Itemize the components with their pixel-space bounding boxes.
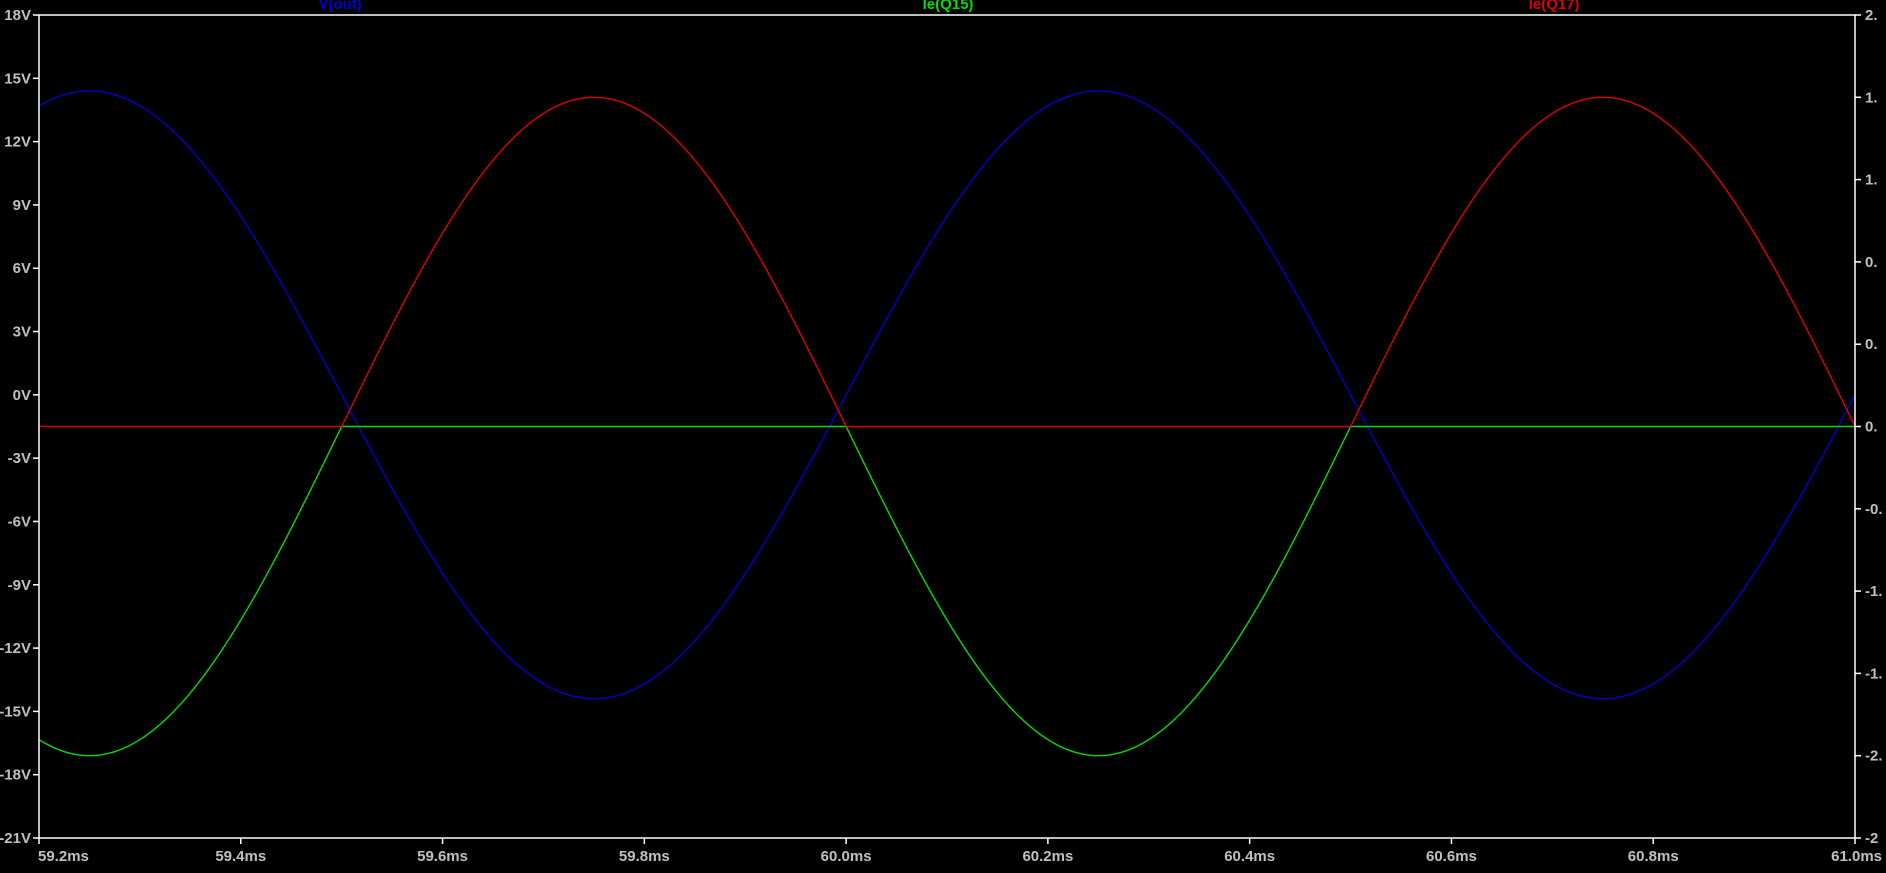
waveform-chart[interactable]: 18V 15V 12V 9V 6V 3V 0V -3V -6V -9V -12V -15V -18V -2… xyxy=(0,0,1886,868)
left-tick-label: 0V xyxy=(13,387,31,404)
left-tick-label: -12V xyxy=(0,640,31,657)
left-tick-label: -21V xyxy=(0,830,31,847)
right-tick-label: -1. xyxy=(1865,583,1883,600)
left-tick-label: -3V xyxy=(8,450,31,467)
right-tick-label: -2. xyxy=(1865,748,1883,765)
legend: V(out) Ie(Q15) Ie(Q17) xyxy=(318,0,1579,13)
right-tick-label: -1. xyxy=(1865,665,1883,682)
left-tick-label: -9V xyxy=(8,577,31,594)
bottom-tick-label: 60.0ms xyxy=(821,848,872,865)
right-axis-ticks: 2. 1. 1. 0. 0. 0. -0. -1. -1. -2. -2 xyxy=(1855,7,1883,847)
left-tick-label: 15V xyxy=(4,70,31,87)
bottom-tick-label: 59.8ms xyxy=(619,848,670,865)
right-tick-label: 0. xyxy=(1865,419,1878,436)
bottom-axis-ticks: 59.2ms 59.4ms 59.6ms 59.8ms 60.0ms 60.2ms 60.4… xyxy=(38,838,1882,865)
right-tick-label: -0. xyxy=(1865,501,1883,518)
trace-ie-q17-[interactable] xyxy=(39,96,1856,428)
left-tick-label: -15V xyxy=(0,703,31,720)
bottom-tick-label: 59.4ms xyxy=(215,848,266,865)
left-tick-label: 3V xyxy=(13,324,31,341)
left-tick-label: -6V xyxy=(8,513,31,530)
trace-group xyxy=(38,90,1856,757)
legend-entry[interactable]: V(out) xyxy=(318,0,361,13)
left-tick-label: 9V xyxy=(13,197,31,214)
trace-v-out-[interactable] xyxy=(38,90,1856,700)
legend-entry[interactable]: Ie(Q17) xyxy=(1529,0,1580,13)
bottom-tick-label: 59.2ms xyxy=(38,848,89,865)
trace-ie-q15-[interactable] xyxy=(38,425,1855,757)
right-tick-label: 1. xyxy=(1865,172,1878,189)
right-tick-label: 0. xyxy=(1865,336,1878,353)
left-tick-label: 12V xyxy=(4,134,31,151)
bottom-tick-label: 60.8ms xyxy=(1628,848,1679,865)
bottom-tick-label: 60.6ms xyxy=(1426,848,1477,865)
right-tick-label: 0. xyxy=(1865,254,1878,271)
left-tick-label: -18V xyxy=(0,767,31,784)
bottom-tick-label: 60.2ms xyxy=(1022,848,1073,865)
right-tick-label: 1. xyxy=(1865,89,1878,106)
bottom-tick-label: 59.6ms xyxy=(417,848,468,865)
bottom-tick-label: 61.0ms xyxy=(1831,848,1882,865)
bottom-tick-label: 60.4ms xyxy=(1224,848,1275,865)
right-tick-label: -2 xyxy=(1865,830,1878,847)
legend-entry[interactable]: Ie(Q15) xyxy=(923,0,974,13)
left-axis-ticks: 18V 15V 12V 9V 6V 3V 0V -3V -6V -9V -12V -15V -18V -2… xyxy=(0,7,39,847)
left-tick-label: 18V xyxy=(4,7,31,24)
left-tick-label: 6V xyxy=(13,260,31,277)
waveform-plot[interactable]: 18V 15V 12V 9V 6V 3V 0V -3V -6V -9V -12V -15V -18V -2… xyxy=(0,0,1886,868)
right-tick-label: 2. xyxy=(1865,7,1878,24)
